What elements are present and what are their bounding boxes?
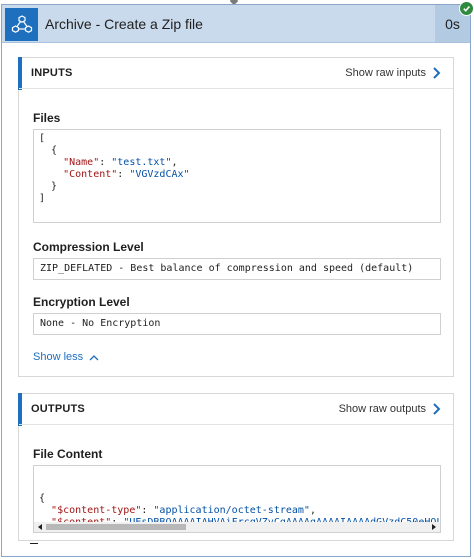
code-punct [39, 157, 63, 168]
code-line: "Content": "VGVzdCAx" [39, 169, 435, 181]
action-header[interactable]: Archive - Create a Zip file 0s [2, 1, 474, 43]
code-punct: ] [39, 193, 46, 204]
encryption-value[interactable]: None - No Encryption [33, 313, 441, 335]
show-less-label: Show less [33, 351, 84, 363]
compression-value[interactable]: ZIP_DEFLATED - Best balance of compressi… [33, 258, 441, 280]
code-line: ] [39, 193, 435, 205]
code-key: "Content" [63, 169, 118, 180]
action-title: Archive - Create a Zip file [45, 16, 203, 32]
files-code-box[interactable]: [ { "Name": "test.txt", "Content": "VGVz… [33, 129, 441, 223]
encryption-label: Encryption Level [33, 295, 130, 309]
cube-network-icon [5, 8, 38, 41]
outputs-section: OUTPUTS Show raw outputs File Content { … [18, 393, 454, 541]
show-raw-outputs-label: Show raw outputs [338, 403, 426, 415]
horizontal-scrollbar[interactable] [34, 522, 440, 532]
code-line: "$content-type": "application/octet-stre… [39, 505, 435, 517]
scrollbar-thumb[interactable] [46, 524, 186, 530]
files-label: Files [33, 111, 61, 125]
code-string: "VGVzdCAx" [129, 169, 190, 180]
code-punct: { [39, 493, 46, 504]
code-punct: { [39, 145, 58, 156]
outputs-header: OUTPUTS Show raw outputs [19, 394, 453, 425]
chevron-right-icon [433, 67, 441, 79]
inputs-section: INPUTS Show raw inputs Files [ { "Name":… [18, 57, 454, 377]
code-punct: , [171, 157, 178, 168]
scroll-left-icon[interactable] [36, 523, 44, 531]
code-punct: : [99, 157, 112, 168]
code-line: } [39, 181, 435, 193]
code-punct: } [39, 181, 58, 192]
code-line: [ [39, 133, 435, 145]
code-string: "application/octet-stream" [153, 505, 310, 516]
code-key: "Name" [63, 157, 100, 168]
code-key: "$content-type" [51, 505, 142, 516]
code-punct: , [309, 505, 316, 516]
file-content-label: File Content [33, 447, 103, 461]
code-punct: : [141, 505, 154, 516]
inputs-header: INPUTS Show raw inputs [19, 58, 453, 89]
file-content-code-box[interactable]: { "$content-type": "application/octet-st… [33, 465, 441, 533]
code-string: "test.txt" [111, 157, 172, 168]
scroll-right-icon[interactable] [430, 523, 438, 531]
divider [30, 543, 38, 544]
code-punct [39, 505, 51, 516]
code-punct: : [117, 169, 130, 180]
code-punct [39, 169, 63, 180]
action-card: Archive - Create a Zip file 0s INPUTS Sh… [1, 1, 474, 557]
show-raw-outputs-button[interactable]: Show raw outputs [339, 399, 441, 419]
code-punct: [ [39, 133, 46, 144]
chevron-up-icon [89, 354, 99, 360]
code-line: { [39, 493, 435, 505]
outputs-title: OUTPUTS [31, 403, 85, 415]
chevron-right-icon [433, 403, 441, 415]
show-raw-inputs-button[interactable]: Show raw inputs [345, 63, 441, 83]
compression-label: Compression Level [33, 240, 144, 254]
code-line: { [39, 145, 435, 157]
show-raw-inputs-label: Show raw inputs [345, 67, 426, 79]
check-icon [459, 1, 474, 16]
show-less-button[interactable]: Show less [33, 351, 99, 363]
code-line: "Name": "test.txt", [39, 157, 435, 169]
inputs-title: INPUTS [31, 67, 73, 79]
